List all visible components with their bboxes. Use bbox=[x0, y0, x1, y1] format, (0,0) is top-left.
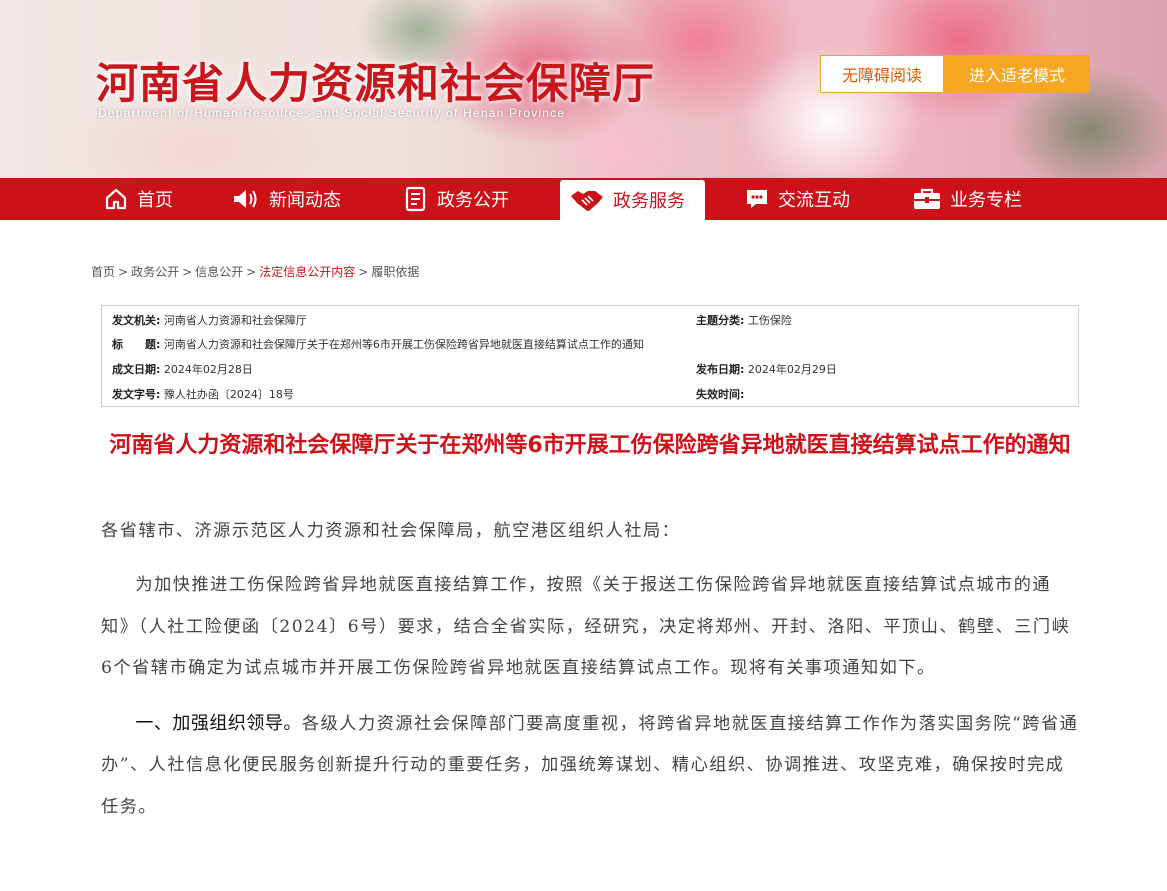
site-title: 河南省人力资源和社会保障厅 bbox=[96, 59, 656, 108]
breadcrumb-separator: > bbox=[358, 265, 369, 279]
chat-icon bbox=[745, 188, 769, 210]
doc-no-value: 豫人社办函〔2024〕18号 bbox=[163, 388, 294, 401]
effective-label: 失效时间: bbox=[696, 388, 745, 401]
breadcrumb: 首页 > 政务公开 > 信息公开 > 法定信息公开内容 > 履职依据 bbox=[91, 263, 419, 280]
nav-item-interaction[interactable]: 交流互动 bbox=[745, 178, 850, 220]
date-value: 2024年02月28日 bbox=[163, 363, 253, 376]
handshake-icon bbox=[570, 187, 604, 213]
nav-label: 交流互动 bbox=[778, 190, 850, 211]
article-title: 河南省人力资源和社会保障厅关于在郑州等6市开展工伤保险跨省异地就医直接结算试点工… bbox=[109, 433, 1071, 458]
home-icon bbox=[104, 188, 128, 210]
article-body: 各省辖市、济源示范区人力资源和社会保障局，航空港区组织人社局： 为加快推进工伤保… bbox=[101, 510, 1079, 828]
nav-item-gov-services[interactable]: 政务服务 bbox=[560, 180, 705, 220]
site-subtitle: Department of Human Resources and Social… bbox=[98, 106, 566, 120]
issuer-value: 河南省人力资源和社会保障厅 bbox=[163, 314, 307, 327]
doc-no-label: 发文字号: bbox=[112, 388, 161, 401]
title-value: 河南省人力资源和社会保障厅关于在郑州等6市开展工伤保险跨省异地就医直接结算试点工… bbox=[163, 338, 644, 351]
title-label: 标 题: bbox=[112, 338, 161, 351]
effective-cell: 失效时间: bbox=[696, 386, 744, 402]
breadcrumb-duty-basis[interactable]: 履职依据 bbox=[371, 265, 419, 279]
meta-row-title: 标 题: 河南省人力资源和社会保障厅关于在郑州等6市开展工伤保险跨省异地就医直接… bbox=[112, 336, 644, 352]
breadcrumb-statutory-info[interactable]: 法定信息公开内容 bbox=[259, 265, 355, 279]
breadcrumb-home[interactable]: 首页 bbox=[91, 265, 115, 279]
breadcrumb-gov-affairs[interactable]: 政务公开 bbox=[131, 265, 179, 279]
accessibility-reading-button[interactable]: 无障碍阅读 bbox=[820, 55, 944, 93]
meta-row-issuer: 发文机关: 河南省人力资源和社会保障厅 主题分类: 工伤保险 bbox=[112, 312, 792, 328]
meta-row-date: 成文日期: 2024年02月28日 发布日期: 2024年02月29日 bbox=[112, 361, 837, 377]
elder-mode-button[interactable]: 进入适老模式 bbox=[944, 55, 1090, 93]
topic-value: 工伤保险 bbox=[747, 314, 792, 327]
nav-label: 业务专栏 bbox=[950, 190, 1022, 211]
document-icon bbox=[404, 186, 428, 212]
breadcrumb-separator: > bbox=[246, 265, 257, 279]
document-meta-table: 发文机关: 河南省人力资源和社会保障厅 主题分类: 工伤保险 标 题: 河南省人… bbox=[101, 305, 1079, 407]
main-nav: 首页 新闻动态 政务公开 政务服务 交流互动 业务专栏 bbox=[0, 178, 1167, 220]
nav-item-gov-affairs[interactable]: 政务公开 bbox=[404, 178, 509, 220]
topic-cell: 主题分类: 工伤保险 bbox=[696, 312, 792, 328]
article-salutation: 各省辖市、济源示范区人力资源和社会保障局，航空港区组织人社局： bbox=[101, 521, 681, 541]
topic-label: 主题分类: bbox=[696, 314, 745, 327]
section-heading: 一、加强组织领导。 bbox=[135, 712, 302, 734]
speaker-icon bbox=[232, 188, 260, 210]
date-label: 成文日期: bbox=[112, 363, 161, 376]
publish-cell: 发布日期: 2024年02月29日 bbox=[696, 361, 837, 377]
publish-label: 发布日期: bbox=[696, 363, 745, 376]
nav-label: 政务服务 bbox=[613, 191, 685, 212]
article-paragraph: 为加快推进工伤保险跨省异地就医直接结算工作，按照《关于报送工伤保险跨省异地就医直… bbox=[101, 575, 1071, 678]
nav-item-business-column[interactable]: 业务专栏 bbox=[913, 178, 1022, 220]
breadcrumb-separator: > bbox=[118, 265, 129, 279]
nav-label: 新闻动态 bbox=[269, 190, 341, 211]
publish-value: 2024年02月29日 bbox=[747, 363, 837, 376]
issuer-label: 发文机关: bbox=[112, 314, 161, 327]
breadcrumb-separator: > bbox=[182, 265, 193, 279]
nav-label: 政务公开 bbox=[437, 190, 509, 211]
article-section: 一、加强组织领导。各级人力资源社会保障部门要高度重视，将跨省异地就医直接结算工作… bbox=[101, 703, 1079, 829]
nav-item-news[interactable]: 新闻动态 bbox=[232, 178, 341, 220]
nav-item-home[interactable]: 首页 bbox=[104, 178, 173, 220]
header-banner: 河南省人力资源和社会保障厅 Department of Human Resour… bbox=[0, 0, 1167, 178]
meta-row-doc-no: 发文字号: 豫人社办函〔2024〕18号 失效时间: bbox=[112, 386, 744, 402]
breadcrumb-info-disclosure[interactable]: 信息公开 bbox=[195, 265, 243, 279]
briefcase-icon bbox=[913, 187, 941, 211]
nav-label: 首页 bbox=[137, 190, 173, 211]
